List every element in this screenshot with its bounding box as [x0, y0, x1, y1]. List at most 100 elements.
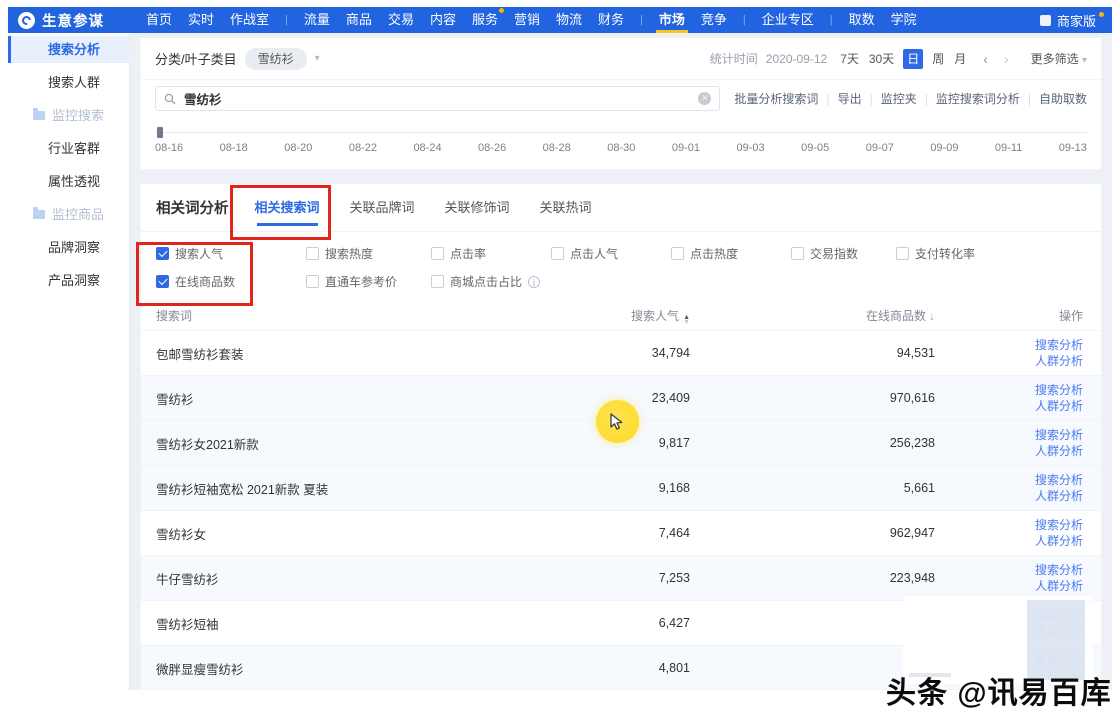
notification-badge-dot — [1099, 12, 1104, 17]
col-online-products-label: 在线商品数 — [866, 309, 926, 323]
crowd-analysis-link[interactable]: 人群分析 — [941, 533, 1083, 549]
nav-item[interactable]: 财务 — [598, 7, 624, 33]
info-icon: i — [528, 276, 540, 288]
keyword-cell: 牛仔雪纺衫 — [156, 569, 456, 588]
nav-item[interactable]: 市场 — [659, 7, 685, 33]
stat-time-label: 统计时间 — [710, 50, 758, 67]
search-popularity-cell: 9,168 — [456, 481, 696, 495]
category-pill[interactable]: 雪纺衫 — [245, 48, 307, 70]
date-range-button[interactable]: 7天 — [840, 50, 859, 67]
quick-link[interactable]: 监控夹 — [881, 90, 917, 107]
clear-input-icon[interactable]: × — [698, 92, 711, 105]
tab[interactable]: 关联品牌词 — [350, 184, 415, 231]
quick-link[interactable]: 监控搜索词分析 — [936, 90, 1020, 107]
timeline-dates: 08-1608-1808-2008-2208-2408-2608-2808-30… — [153, 142, 1089, 154]
metric-checkbox[interactable]: 点击热度 — [671, 245, 791, 262]
sidebar-item[interactable]: 品牌洞察 — [8, 234, 129, 261]
metric-checkbox[interactable]: 直通车参考价 — [306, 273, 431, 290]
timeline-track — [155, 132, 1087, 133]
quick-link[interactable]: 批量分析搜索词 — [734, 90, 818, 107]
row-actions: 搜索分析人群分析 — [941, 427, 1091, 459]
nav-item[interactable]: 流量 — [304, 7, 330, 33]
search-bar-row: × 批量分析搜索词|导出|监控夹|监控搜索词分析|自助取数 — [141, 80, 1101, 117]
sidebar-item[interactable]: 产品洞察 — [8, 267, 129, 294]
col-search-popularity[interactable]: 搜索人气 ▲▼ — [456, 307, 696, 325]
app-brand[interactable]: 生意参谋 — [18, 10, 104, 31]
metric-checkbox[interactable]: 交易指数 — [791, 245, 896, 262]
sidebar-item[interactable]: 行业客群 — [8, 135, 129, 162]
crowd-analysis-link[interactable]: 人群分析 — [941, 443, 1083, 459]
row-actions: 搜索分析人群分析 — [941, 382, 1091, 414]
crowd-analysis-link[interactable]: 人群分析 — [941, 353, 1083, 369]
row-actions: 搜索分析人群分析 — [941, 562, 1091, 594]
search-analysis-link[interactable]: 搜索分析 — [941, 517, 1083, 533]
nav-item[interactable]: 物流 — [556, 7, 582, 33]
tab[interactable]: 关联修饰词 — [445, 184, 510, 231]
sort-icon[interactable]: ▲▼ — [683, 315, 690, 325]
search-analysis-link[interactable]: 搜索分析 — [941, 427, 1083, 443]
prev-page-button[interactable]: ‹ — [983, 51, 988, 67]
timeline-date-tick: 09-09 — [930, 142, 958, 154]
sort-desc-icon[interactable]: ↓ — [929, 309, 935, 323]
nav-item[interactable]: 商品 — [346, 7, 372, 33]
nav-item[interactable]: 营销 — [514, 7, 540, 33]
quick-link[interactable]: 自助取数 — [1039, 90, 1087, 107]
checkbox-icon — [431, 247, 444, 260]
more-filter-label: 更多筛选 — [1031, 52, 1079, 66]
metric-checkbox[interactable]: 支付转化率 — [896, 245, 1036, 262]
date-range-button[interactable]: 30天 — [869, 50, 894, 67]
link-divider: | — [1028, 92, 1031, 106]
crowd-analysis-link[interactable]: 人群分析 — [941, 578, 1083, 594]
nav-item[interactable]: 作战室 — [230, 7, 269, 33]
col-online-products[interactable]: 在线商品数↓ — [696, 307, 941, 324]
timeline-date-tick: 09-11 — [995, 142, 1022, 154]
notification-badge-dot — [499, 8, 504, 13]
metric-checkbox[interactable]: 搜索热度 — [306, 245, 431, 262]
search-analysis-link[interactable]: 搜索分析 — [941, 382, 1083, 398]
timeline-slider-handle[interactable] — [157, 127, 163, 138]
metric-label: 交易指数 — [810, 245, 858, 262]
search-analysis-link[interactable]: 搜索分析 — [941, 562, 1083, 578]
search-analysis-link[interactable]: 搜索分析 — [941, 472, 1083, 488]
metric-checkbox[interactable]: 点击率 — [431, 245, 551, 262]
sidebar-item[interactable]: 监控搜索 — [8, 102, 129, 129]
stat-time-value: 2020-09-12 — [766, 52, 827, 66]
link-divider: | — [925, 92, 928, 106]
nav-item[interactable]: 首页 — [146, 7, 172, 33]
sidebar-item[interactable]: 属性透视 — [8, 168, 129, 195]
quick-link[interactable]: 导出 — [838, 90, 862, 107]
nav-item[interactable]: 企业专区 — [762, 7, 814, 33]
date-range-button[interactable]: 日 — [903, 49, 923, 69]
crowd-analysis-link[interactable]: 人群分析 — [941, 488, 1083, 504]
nav-item[interactable]: 学院 — [891, 7, 917, 33]
nav-right-item[interactable]: 商家版 — [1040, 11, 1096, 30]
nav-divider: | — [285, 14, 288, 26]
nav-item[interactable]: 服务 — [472, 7, 498, 33]
sidebar-item[interactable]: 监控商品 — [8, 201, 129, 228]
keyword-cell: 包邮雪纺衫套装 — [156, 344, 456, 363]
nav-item[interactable]: 实时 — [188, 7, 214, 33]
nav-item[interactable]: 内容 — [430, 7, 456, 33]
next-page-button[interactable]: › — [1004, 51, 1009, 67]
date-range-button[interactable]: 月 — [954, 50, 966, 67]
nav-item[interactable]: 竞争 — [701, 7, 727, 33]
metric-label: 点击率 — [450, 245, 486, 262]
chevron-down-icon: ▾ — [1082, 55, 1087, 66]
sidebar-item[interactable]: 搜索分析 — [8, 36, 129, 63]
tab[interactable]: 关联热词 — [540, 184, 592, 231]
search-analysis-link[interactable]: 搜索分析 — [941, 337, 1083, 353]
more-filter-button[interactable]: 更多筛选 ▾ — [1031, 50, 1087, 67]
nav-item[interactable]: 取数 — [849, 7, 875, 33]
crowd-analysis-link[interactable]: 人群分析 — [941, 398, 1083, 414]
metric-checkbox[interactable]: 商城点击占比i — [431, 273, 551, 290]
sidebar-item[interactable]: 搜索人群 — [8, 69, 129, 96]
metric-checkbox[interactable]: 点击人气 — [551, 245, 671, 262]
timeline-date-tick: 08-20 — [284, 142, 312, 154]
metric-label: 点击人气 — [570, 245, 618, 262]
timeline-date-tick: 09-07 — [866, 142, 894, 154]
col-search-popularity-label: 搜索人气 — [631, 309, 679, 323]
row-actions: 搜索分析人群分析 — [941, 517, 1091, 549]
date-range-button[interactable]: 周 — [932, 50, 944, 67]
nav-item[interactable]: 交易 — [388, 7, 414, 33]
keyword-search-input[interactable] — [182, 91, 692, 107]
